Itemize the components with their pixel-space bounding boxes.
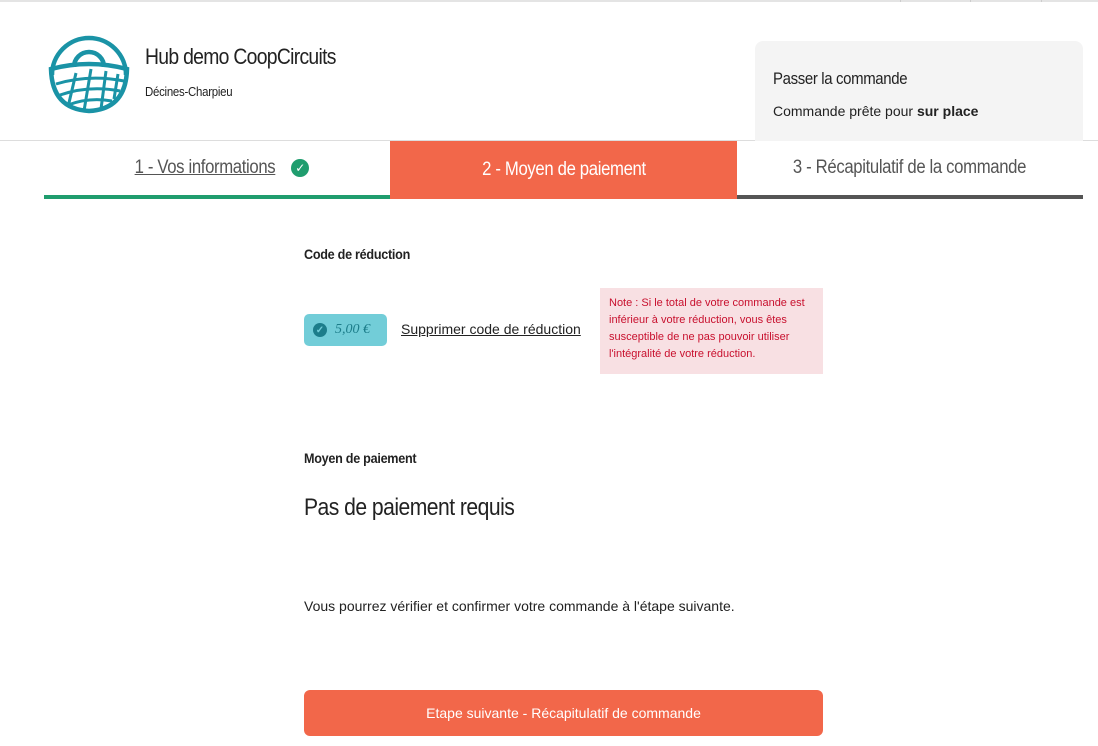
step-label: 2 - Moyen de paiement bbox=[481, 159, 646, 180]
remove-discount-link[interactable]: Supprimer code de réduction bbox=[401, 321, 581, 337]
cart-subtitle-prefix: Commande prête pour bbox=[773, 103, 917, 119]
payment-info: Vous pourrez vérifier et confirmer votre… bbox=[304, 598, 735, 614]
hub-city: Décines-Charpieu bbox=[145, 84, 233, 99]
discount-amount: 5,00 € bbox=[335, 322, 370, 337]
step-label: 3 - Récapitulatif de la commande bbox=[793, 157, 1027, 178]
discount-heading: Code de réduction bbox=[304, 246, 411, 262]
payment-title: Pas de paiement requis bbox=[304, 494, 515, 521]
step-label: 1 - Vos informations bbox=[134, 157, 276, 178]
order-summary-panel: Passer la commande Commande prête pour s… bbox=[755, 41, 1083, 141]
step-payment: 2 - Moyen de paiement bbox=[390, 141, 737, 199]
check-circle-icon: ✓ bbox=[313, 323, 327, 337]
hub-name: Hub demo CoopCircuits bbox=[145, 44, 336, 69]
payment-heading: Moyen de paiement bbox=[304, 450, 417, 466]
discount-note: Note : Si le total de votre commande est… bbox=[600, 288, 823, 374]
cart-subtitle-mode: sur place bbox=[916, 103, 979, 119]
cart-subtitle: Commande prête pour sur place bbox=[773, 103, 978, 119]
cart-title: Passer la commande bbox=[773, 69, 908, 88]
discount-badge: ✓ 5,00 € bbox=[304, 314, 387, 346]
step-informations[interactable]: 1 - Vos informations ✓ bbox=[44, 141, 391, 199]
coopcircuits-logo-icon[interactable] bbox=[46, 29, 132, 115]
checkout-steps: 1 - Vos informations ✓ 2 - Moyen de paiem… bbox=[44, 141, 1083, 199]
step-summary: 3 - Récapitulatif de la commande bbox=[736, 141, 1083, 199]
check-circle-icon: ✓ bbox=[291, 159, 310, 177]
next-step-button[interactable]: Etape suivante - Récapitulatif de comman… bbox=[304, 690, 823, 736]
